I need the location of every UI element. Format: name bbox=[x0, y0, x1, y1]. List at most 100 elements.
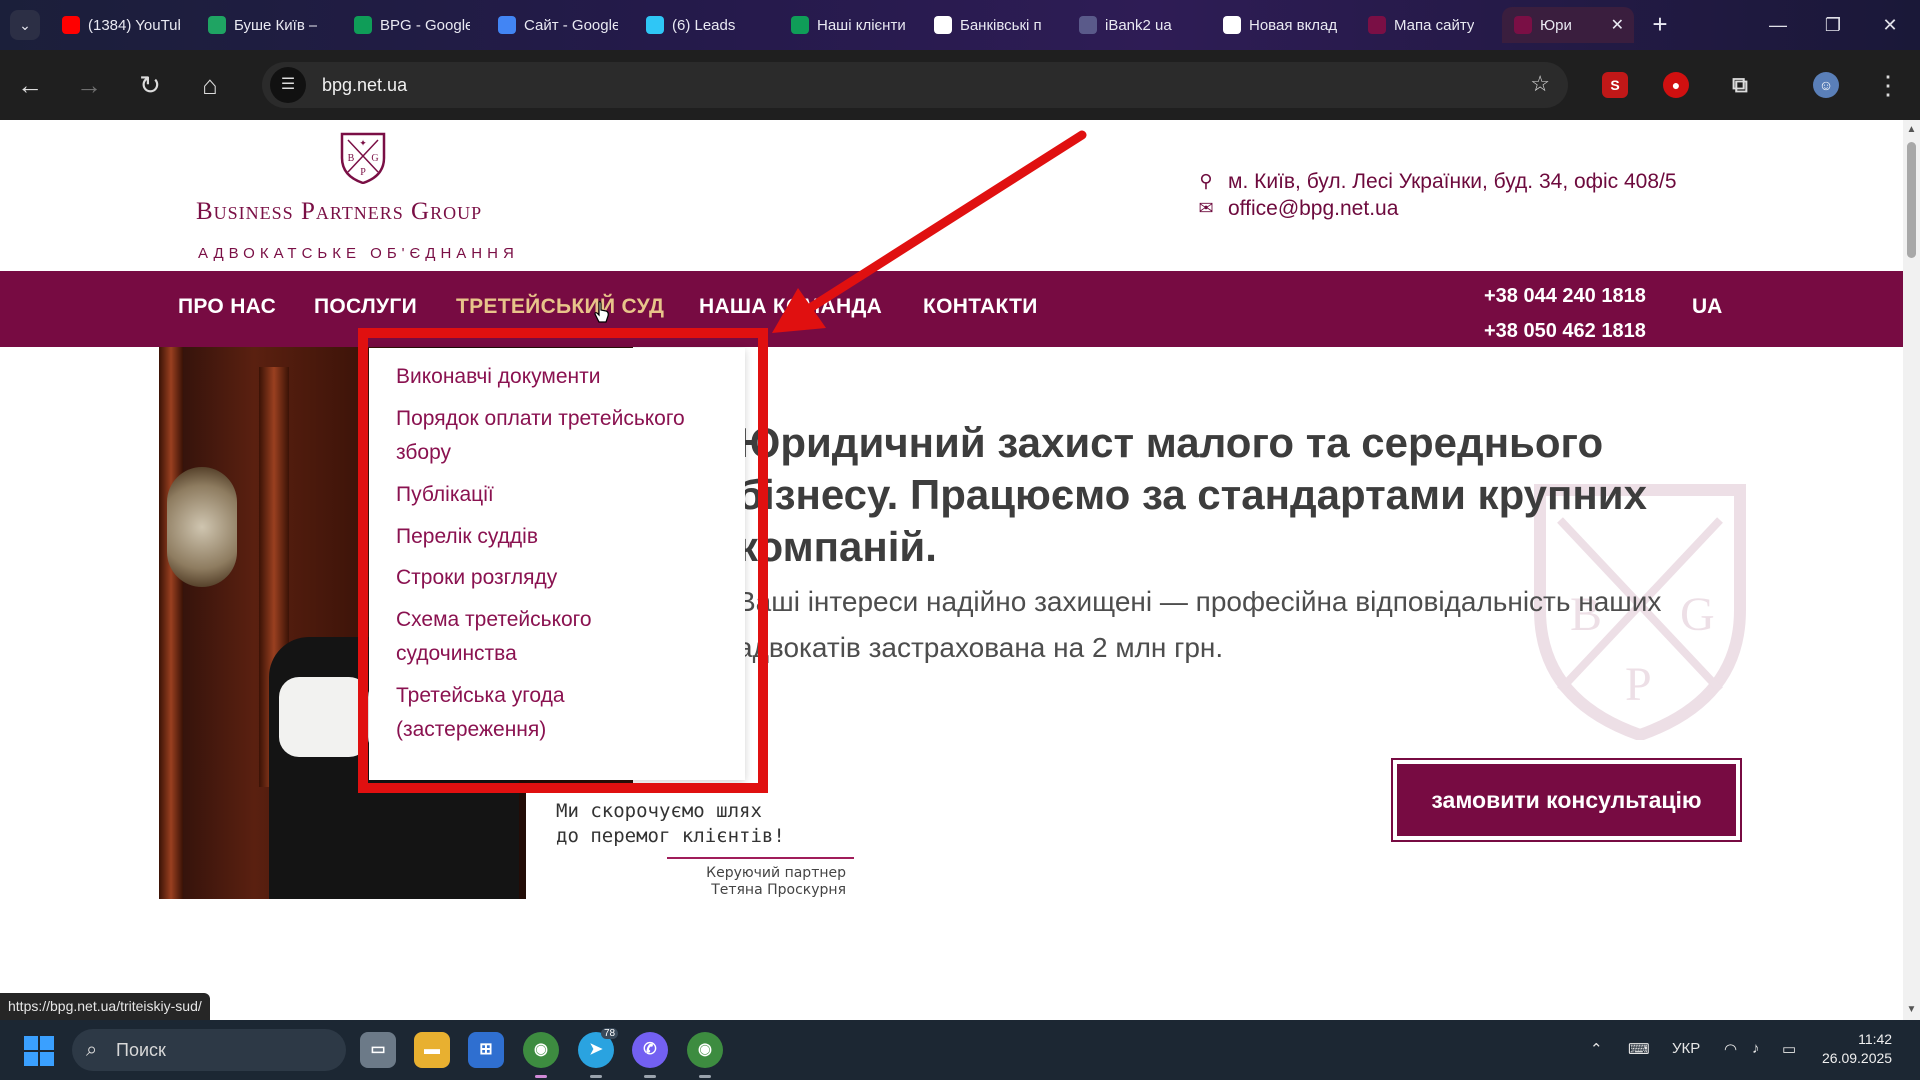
close-window-button[interactable]: ✕ bbox=[1860, 0, 1920, 50]
scroll-down-icon[interactable]: ▼ bbox=[1906, 1004, 1917, 1015]
tray-chevron-icon[interactable]: ⌃ bbox=[1590, 1040, 1603, 1058]
close-tab-icon[interactable]: ✕ bbox=[1611, 15, 1624, 35]
browser-tab[interactable]: BPG - Google bbox=[342, 7, 480, 43]
scroll-thumb[interactable] bbox=[1907, 142, 1916, 258]
search-icon: ⌕ bbox=[86, 1039, 98, 1061]
menu-kebab-icon[interactable]: ⋮ bbox=[1868, 65, 1908, 105]
extensions-puzzle-icon[interactable]: ⧉ bbox=[1727, 72, 1753, 98]
microsoft-store-icon[interactable]: ⊞ bbox=[468, 1032, 504, 1068]
phone-1[interactable]: +38 044 240 1818 bbox=[1484, 279, 1646, 314]
browser-tab[interactable]: Банківські п bbox=[922, 7, 1061, 43]
chrome-profile-icon[interactable]: ◉ bbox=[687, 1032, 723, 1078]
main-nav: ПРО НАС ПОСЛУГИ ТРЕТЕЙСЬКИЙ СУД НАША КОМ… bbox=[0, 271, 1903, 347]
address-text: м. Київ, бул. Лесі Українки, буд. 34, оф… bbox=[1228, 169, 1677, 193]
home-icon[interactable]: ⌂ bbox=[190, 65, 230, 105]
mouse-hand-cursor-icon bbox=[594, 301, 609, 323]
battery-icon[interactable]: ▭ bbox=[1782, 1040, 1796, 1058]
extension-s-icon[interactable]: S bbox=[1602, 72, 1628, 98]
logo-subtitle: АДВОКАТСЬКЕ ОБ'ЄДНАННЯ bbox=[198, 245, 519, 262]
language-switch[interactable]: UA bbox=[1692, 295, 1722, 319]
forward-icon[interactable]: → bbox=[69, 65, 109, 105]
browser-tab[interactable]: Сайт - Google bbox=[486, 7, 628, 43]
nav-about[interactable]: ПРО НАС bbox=[178, 295, 276, 319]
tab-title: (6) Leads bbox=[672, 16, 736, 34]
bookmark-star-icon[interactable]: ☆ bbox=[1530, 71, 1550, 97]
back-icon[interactable]: ← bbox=[10, 65, 50, 105]
browser-tab[interactable]: Наші клієнти bbox=[779, 7, 916, 43]
address-bar[interactable]: ☰ bpg.net.ua ☆ bbox=[262, 62, 1568, 108]
browser-tab[interactable]: Мапа сайту bbox=[1356, 7, 1496, 43]
annotation-highlight-box bbox=[358, 328, 768, 793]
google-drive-icon bbox=[208, 16, 226, 34]
ibank-icon bbox=[1079, 16, 1097, 34]
address-url[interactable]: bpg.net.ua bbox=[322, 75, 407, 96]
email-link[interactable]: office@bpg.net.ua bbox=[1228, 197, 1398, 221]
browser-tab[interactable]: (6) Leads bbox=[634, 7, 773, 43]
new-tab-button[interactable]: + bbox=[1645, 10, 1675, 40]
quote-text: Ми скорочуємо шлях до перемог клієнтів! bbox=[556, 800, 785, 847]
file-explorer-icon[interactable]: ▬ bbox=[414, 1032, 450, 1068]
tab-title: (1384) YouTube bbox=[88, 16, 180, 34]
browser-tab[interactable]: iBank2 ua bbox=[1067, 7, 1205, 43]
chrome-taskbar-icon[interactable]: ◉ bbox=[523, 1032, 559, 1078]
tab-title: Мапа сайту bbox=[1394, 16, 1475, 34]
restore-button[interactable]: ❐ bbox=[1803, 0, 1863, 50]
tab-title: BPG - Google bbox=[380, 16, 470, 34]
svg-text:B: B bbox=[348, 153, 355, 164]
browser-tab-strip: ⌄ (1384) YouTube Буше Київ – BPG - Google С… bbox=[0, 0, 1920, 50]
youtube-icon bbox=[62, 16, 80, 34]
nav-team[interactable]: НАША КОМАНДА bbox=[699, 295, 882, 319]
phone-2[interactable]: +38 050 462 1818 bbox=[1484, 314, 1646, 349]
order-consultation-button[interactable]: замовити консультацію bbox=[1391, 758, 1742, 842]
browser-tab[interactable]: Буше Київ – bbox=[196, 7, 336, 43]
windows-taskbar: ⌕ Поиск ▭ ▬ ⊞ ◉ ➤ ✆ ◉ 78 ⌃ ⌨ УКР ◠ ♪ ▭ 1… bbox=[0, 1020, 1920, 1080]
google-sheets-icon bbox=[354, 16, 372, 34]
viber-icon[interactable]: ✆ bbox=[632, 1032, 668, 1078]
taskbar-search[interactable]: ⌕ Поиск bbox=[72, 1029, 346, 1071]
clock-time: 11:42 bbox=[1858, 1031, 1893, 1047]
tab-title: Наші клієнти bbox=[817, 16, 906, 34]
browser-tab[interactable]: Новая вклад bbox=[1211, 7, 1350, 43]
quote-divider bbox=[667, 857, 854, 859]
taskbar-clock[interactable]: 11:42 26.09.2025 bbox=[1822, 1030, 1892, 1068]
tab-search-chevron-icon[interactable]: ⌄ bbox=[10, 10, 40, 40]
profile-avatar[interactable]: ☺ bbox=[1813, 72, 1839, 98]
keyboard-icon[interactable]: ⌨ bbox=[1628, 1040, 1650, 1058]
google-docs-icon bbox=[498, 16, 516, 34]
hero-title: Юридичний захист малого та середнього бі… bbox=[737, 419, 1647, 570]
tab-title: Новая вклад bbox=[1249, 16, 1338, 34]
minimize-button[interactable]: — bbox=[1748, 0, 1808, 50]
tab-title: iBank2 ua bbox=[1105, 16, 1172, 34]
extension-shield-icon[interactable]: ● bbox=[1663, 72, 1689, 98]
envelope-icon: ✉ bbox=[1198, 198, 1214, 218]
logo-name: Business Partners Group bbox=[196, 198, 483, 225]
wifi-icon[interactable]: ◠ bbox=[1724, 1040, 1737, 1058]
page-scrollbar[interactable]: ▲ ▼ bbox=[1903, 120, 1920, 1020]
nav-arbitration-court[interactable]: ТРЕТЕЙСЬКИЙ СУД bbox=[456, 295, 664, 319]
quote-author: Керуючий партнер Тетяна Проскурня bbox=[706, 865, 846, 898]
tab-title: Юри bbox=[1540, 16, 1572, 34]
hero-text: Ваші інтереси надійно захищені — професі… bbox=[737, 586, 1662, 663]
crest-icon: ✦ B G P bbox=[340, 132, 386, 184]
windows-start-icon[interactable] bbox=[24, 1036, 54, 1066]
clock-date: 26.09.2025 bbox=[1822, 1050, 1893, 1066]
telegram-badge: 78 bbox=[601, 1028, 619, 1039]
volume-icon[interactable]: ♪ bbox=[1752, 1040, 1760, 1057]
svg-text:P: P bbox=[360, 167, 366, 178]
web-page: ✦ B G P Business Partners Group АДВОКАТС… bbox=[0, 120, 1903, 1020]
nav-services[interactable]: ПОСЛУГИ bbox=[314, 295, 417, 319]
tab-title: Банківські п bbox=[960, 16, 1042, 34]
browser-tab[interactable]: Юри ✕ bbox=[1502, 7, 1634, 43]
input-language[interactable]: УКР bbox=[1672, 1040, 1700, 1057]
browser-tab[interactable]: (1384) YouTube bbox=[50, 7, 190, 43]
nav-contacts[interactable]: КОНТАКТИ bbox=[923, 295, 1038, 319]
site-info-icon[interactable]: ☰ bbox=[270, 67, 306, 103]
cta-label: замовити консультацію bbox=[1397, 764, 1736, 836]
scroll-up-icon[interactable]: ▲ bbox=[1906, 124, 1917, 135]
reload-icon[interactable]: ↻ bbox=[130, 65, 170, 105]
task-view-icon[interactable]: ▭ bbox=[360, 1032, 396, 1068]
site-logo[interactable]: ✦ B G P Business Partners Group АДВОКАТС… bbox=[196, 128, 536, 268]
header-contacts: ⚲ м. Київ, бул. Лесі Українки, буд. 34, … bbox=[1196, 168, 1677, 222]
quote-card: Ми скорочуємо шлях до перемог клієнтів! … bbox=[526, 785, 854, 899]
svg-text:G: G bbox=[371, 153, 378, 164]
